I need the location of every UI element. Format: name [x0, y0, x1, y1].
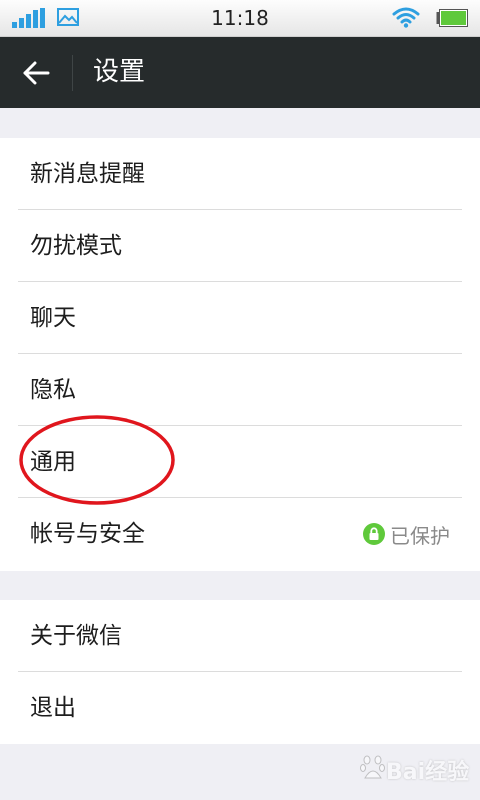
settings-item-label: 帐号与安全 [30, 521, 145, 547]
settings-item-do-not-disturb[interactable]: 勿扰模式 [0, 210, 480, 282]
back-arrow-icon [23, 61, 50, 85]
watermark-text: Bai经验 [386, 760, 470, 785]
lock-icon [363, 523, 385, 545]
settings-item-label: 关于微信 [30, 623, 122, 649]
settings-item-chat[interactable]: 聊天 [0, 282, 480, 354]
settings-group-secondary: 关于微信 退出 [0, 600, 480, 744]
settings-item-label: 退出 [30, 695, 76, 721]
settings-item-label: 勿扰模式 [30, 233, 122, 259]
app-bar-divider [72, 55, 73, 91]
settings-group-main: 新消息提醒 勿扰模式 聊天 隐私 通用 帐号与安全 已保护 [0, 138, 480, 571]
app-bar: 设置 [0, 37, 480, 108]
settings-item-label: 新消息提醒 [30, 161, 145, 187]
protection-status: 已保护 [363, 498, 450, 570]
wifi-icon [392, 7, 420, 28]
settings-item-about[interactable]: 关于微信 [0, 600, 480, 672]
battery-icon [436, 9, 468, 27]
settings-item-label: 聊天 [30, 305, 76, 331]
settings-item-account-security[interactable]: 帐号与安全 已保护 [0, 498, 480, 570]
settings-item-privacy[interactable]: 隐私 [0, 354, 480, 426]
settings-item-label: 隐私 [30, 377, 76, 403]
settings-item-label: 通用 [30, 449, 76, 475]
back-button[interactable] [14, 51, 58, 95]
status-bar: 11:18 [0, 0, 480, 37]
settings-item-general[interactable]: 通用 [0, 426, 480, 498]
settings-item-logout[interactable]: 退出 [0, 672, 480, 744]
settings-item-new-message-notification[interactable]: 新消息提醒 [0, 138, 480, 210]
watermark-logo: Bai经验 [360, 748, 472, 788]
protection-status-text: 已保护 [390, 523, 450, 548]
page-title: 设置 [93, 57, 146, 87]
